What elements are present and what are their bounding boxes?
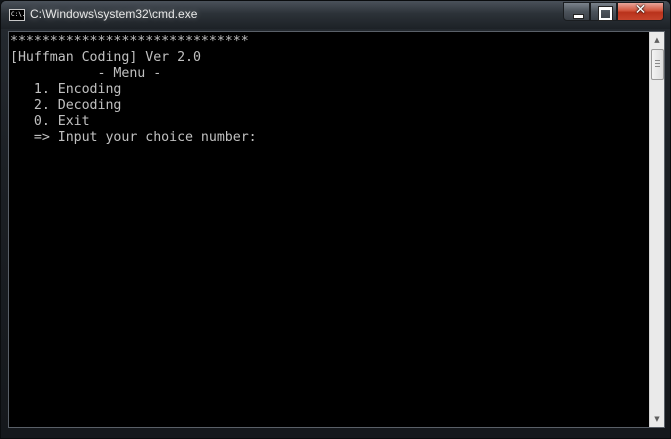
console-output[interactable]: ****************************** [Huffman … — [9, 32, 649, 427]
console-line-menu-heading: - Menu - — [10, 66, 162, 81]
console-line-program-title: [Huffman Coding] Ver 2.0 — [10, 50, 201, 65]
console-line-option-encoding: 1. Encoding — [10, 82, 122, 97]
grip-line — [655, 60, 660, 61]
close-icon: ✕ — [634, 2, 647, 18]
minimize-icon — [573, 14, 584, 19]
minimize-button[interactable] — [563, 2, 590, 21]
console-line-input-prompt[interactable]: => Input your choice number: — [10, 130, 649, 146]
console-line-border: ****************************** — [10, 34, 249, 49]
console-line-option-decoding: 2. Decoding — [10, 98, 122, 113]
maximize-button[interactable] — [590, 2, 617, 21]
vertical-scrollbar[interactable]: ▲ ▼ — [649, 32, 664, 427]
scroll-down-arrow-icon[interactable]: ▼ — [650, 411, 664, 427]
close-button[interactable]: ✕ — [617, 2, 664, 21]
scrollbar-thumb[interactable] — [651, 49, 664, 80]
console-line-option-exit: 0. Exit — [10, 114, 90, 129]
maximize-icon — [599, 7, 612, 20]
scroll-up-arrow-icon[interactable]: ▲ — [650, 32, 664, 48]
window-title: C:\Windows\system32\cmd.exe — [30, 7, 198, 21]
cmd-window: C:\. C:\Windows\system32\cmd.exe ✕ *****… — [0, 0, 671, 439]
grip-line — [655, 66, 660, 67]
title-bar[interactable]: C:\. C:\Windows\system32\cmd.exe ✕ — [1, 1, 670, 29]
grip-line — [655, 63, 660, 64]
cmd-console-icon[interactable]: C:\. — [9, 9, 25, 21]
console-frame: ****************************** [Huffman … — [8, 31, 665, 428]
